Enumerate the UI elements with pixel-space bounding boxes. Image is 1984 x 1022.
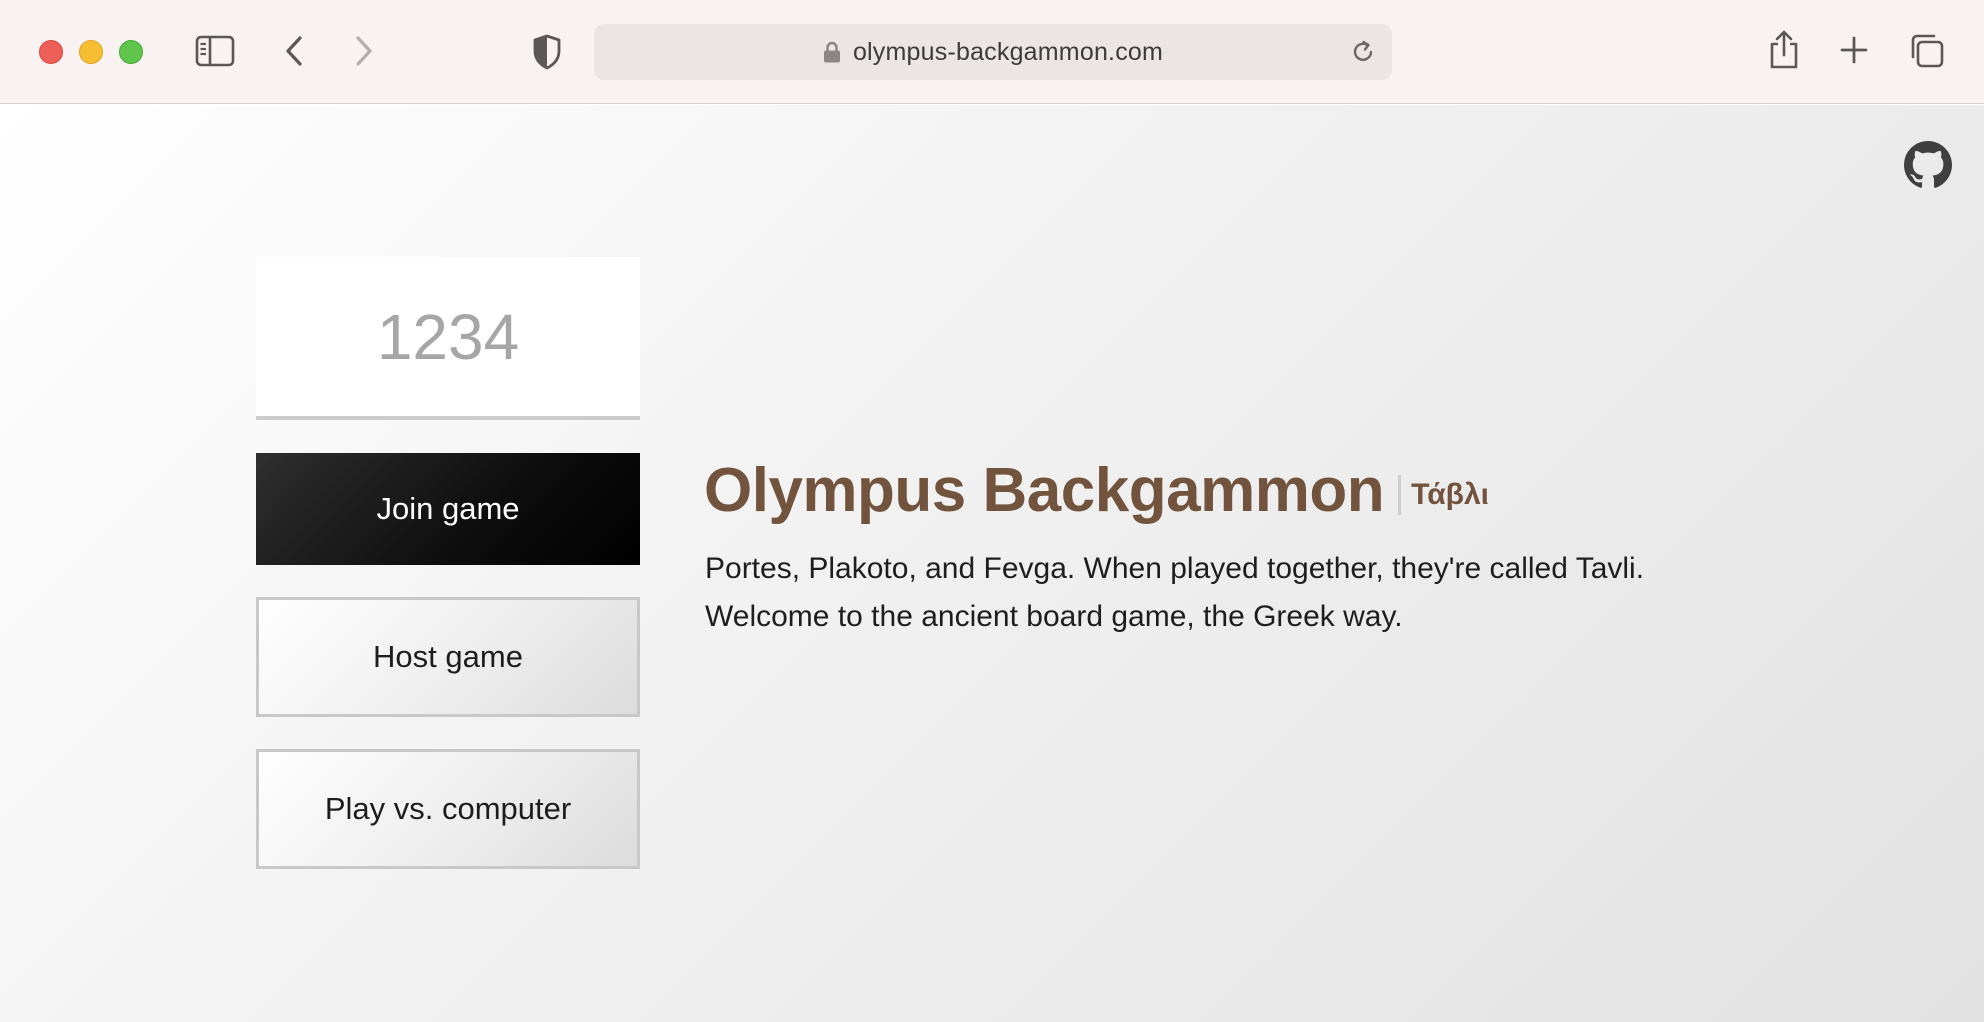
description-line: Welcome to the ancient board game, the G… (705, 600, 1403, 633)
page-subtitle: Τάβλι (1411, 477, 1489, 511)
url-text: olympus-backgammon.com (852, 37, 1164, 66)
join-game-label: Join game (376, 491, 520, 526)
shield-icon[interactable] (532, 34, 562, 70)
play-vs-computer-button[interactable]: Play vs. computer (256, 749, 640, 869)
chevron-left-icon[interactable] (283, 35, 305, 67)
page-title: Olympus Backgammon (704, 456, 1385, 525)
tab-overview-icon[interactable] (1909, 33, 1945, 69)
game-code-input[interactable] (256, 257, 640, 420)
lock-icon (823, 41, 840, 63)
sidebar-icon[interactable] (195, 35, 235, 67)
github-icon[interactable] (1904, 141, 1952, 189)
address-bar[interactable]: olympus-backgammon.com (594, 24, 1392, 80)
chevron-right-icon[interactable] (353, 35, 375, 67)
page-header: Olympus Backgammon Τάβλι (704, 455, 1489, 526)
browser-toolbar: olympus-backgammon.com (0, 0, 1984, 104)
description-line: Portes, Plakoto, and Fevga. When played … (705, 552, 1645, 585)
play-vs-computer-label: Play vs. computer (324, 791, 572, 826)
page-description: Portes, Plakoto, and Fevga. When played … (705, 545, 1825, 641)
host-game-button[interactable]: Host game (256, 597, 640, 717)
zoom-window-button[interactable] (119, 40, 143, 64)
close-window-button[interactable] (39, 40, 63, 64)
reload-icon[interactable] (1350, 39, 1376, 70)
title-divider (1398, 474, 1402, 515)
plus-icon[interactable] (1840, 36, 1868, 64)
share-icon[interactable] (1768, 29, 1800, 71)
join-game-button[interactable]: Join game (256, 453, 640, 565)
host-game-label: Host game (373, 639, 523, 674)
minimize-window-button[interactable] (79, 40, 103, 64)
